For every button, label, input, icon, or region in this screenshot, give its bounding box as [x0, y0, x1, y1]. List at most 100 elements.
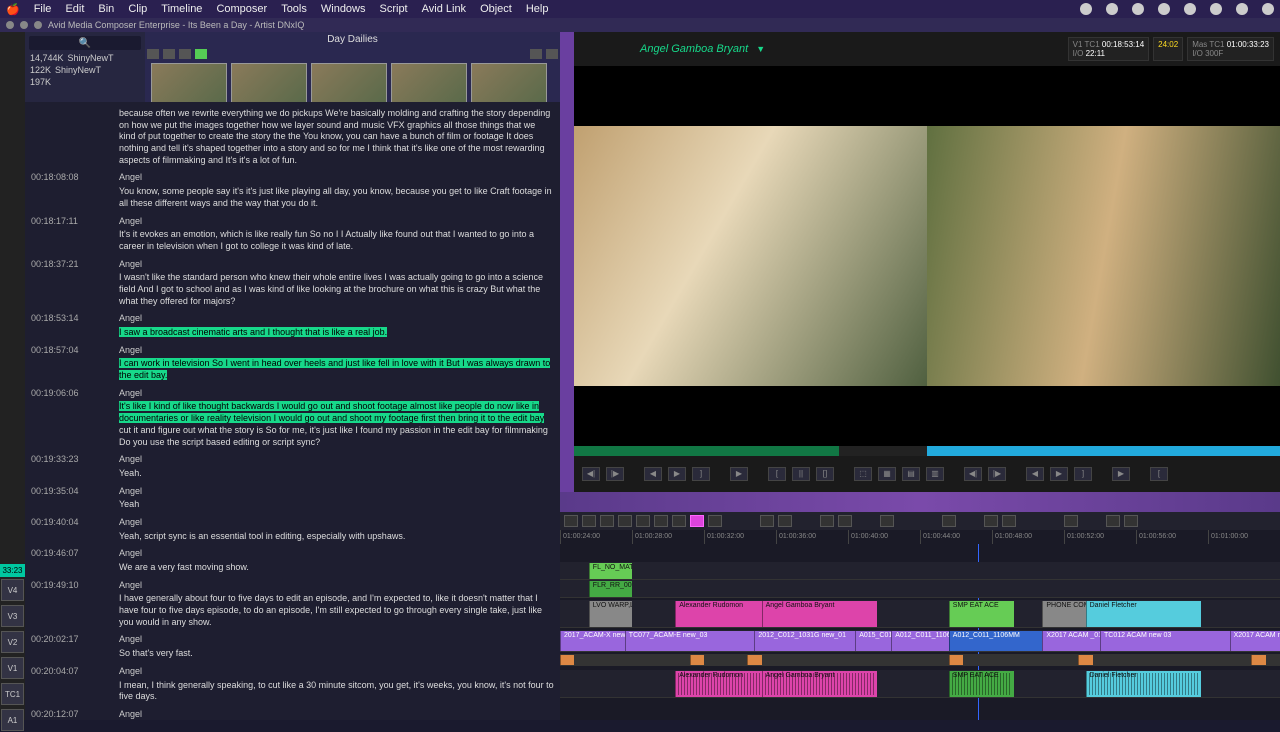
- clip-thumbnail[interactable]: [311, 63, 387, 103]
- pause-button[interactable]: ||: [792, 467, 810, 481]
- tl-tool-icon[interactable]: [600, 515, 614, 527]
- timeline-clip[interactable]: TC012 ACAM new 03: [1100, 631, 1230, 651]
- tl-tool-icon[interactable]: [618, 515, 632, 527]
- tl-tool-icon[interactable]: [564, 515, 578, 527]
- play-rev-button[interactable]: ◀: [1026, 467, 1044, 481]
- clip-thumbnail[interactable]: [471, 63, 547, 103]
- window-max-icon[interactable]: [34, 21, 42, 29]
- menu-composer[interactable]: Composer: [216, 3, 267, 15]
- track-selector-tc1[interactable]: TC1: [1, 683, 24, 705]
- menu-file[interactable]: File: [34, 3, 52, 15]
- splice-button[interactable]: ⬚: [854, 467, 872, 481]
- tl-tool-icon[interactable]: [1002, 515, 1016, 527]
- timeline-clip[interactable]: PHONE COMP 1: [1042, 601, 1085, 627]
- status-icon[interactable]: [1106, 3, 1118, 15]
- timeline-clip[interactable]: Angel Gamboa Bryant: [762, 601, 877, 627]
- mark-clip-button[interactable]: []: [816, 467, 834, 481]
- lift-button[interactable]: ▤: [902, 467, 920, 481]
- mark-button[interactable]: ]: [692, 467, 710, 481]
- bin-col-b[interactable]: ShinyNewT: [68, 53, 114, 63]
- timeline-clip[interactable]: A012_C011_1106112: [891, 631, 949, 651]
- timeline-ruler[interactable]: 01:00:24:0001:00:28:0001:00:32:0001:00:3…: [560, 530, 1280, 544]
- tl-tool-icon[interactable]: [1106, 515, 1120, 527]
- mark-in-button[interactable]: [: [768, 467, 786, 481]
- track-selector-v2[interactable]: V2: [1, 631, 24, 653]
- timeline-clip[interactable]: X2017 ACAM new_0: [1230, 631, 1280, 651]
- mark-in-button[interactable]: [: [1150, 467, 1168, 481]
- tl-tool-icon[interactable]: [838, 515, 852, 527]
- bin-search-icon[interactable]: [530, 49, 542, 59]
- mark-button[interactable]: ]: [1074, 467, 1092, 481]
- timeline-clip[interactable]: TC077_ACAM-E new_03: [625, 631, 755, 651]
- step-fwd-button[interactable]: |▶: [988, 467, 1006, 481]
- bin-view-icon[interactable]: [179, 49, 191, 59]
- transcript-panel[interactable]: because often we rewrite everything we d…: [25, 102, 560, 720]
- position-bar[interactable]: [574, 446, 1280, 456]
- timeline-clip[interactable]: FL_NO_MATTE: [589, 563, 632, 579]
- apple-icon[interactable]: 🍎: [6, 3, 20, 16]
- track-selector-v3[interactable]: V3: [1, 605, 24, 627]
- audio-clip[interactable]: SMP EAT ACE: [949, 671, 1014, 697]
- menu-windows[interactable]: Windows: [321, 3, 366, 15]
- status-icon[interactable]: [1080, 3, 1092, 15]
- source-clip-name[interactable]: Angel Gamboa Bryant: [640, 43, 748, 55]
- status-icon[interactable]: [1158, 3, 1170, 15]
- track-selector-v4[interactable]: V4: [1, 579, 24, 601]
- tl-tool-icon[interactable]: [672, 515, 686, 527]
- bin-menu-icon[interactable]: [546, 49, 558, 59]
- step-back-button[interactable]: ◀|: [582, 467, 600, 481]
- tl-tool-icon[interactable]: [880, 515, 894, 527]
- bin-lock-icon[interactable]: [195, 49, 207, 59]
- timeline-clip[interactable]: X2017 ACAM _01: [1042, 631, 1100, 651]
- tl-tool-icon[interactable]: [636, 515, 650, 527]
- tl-tool-icon[interactable]: [690, 515, 704, 527]
- extract-button[interactable]: ▥: [926, 467, 944, 481]
- track-selector-a1[interactable]: A1: [1, 709, 24, 731]
- composer-tab[interactable]: [560, 32, 574, 492]
- clip-thumbnail[interactable]: [391, 63, 467, 103]
- play-button[interactable]: ▶: [668, 467, 686, 481]
- bin-search-input[interactable]: 🔍: [29, 36, 141, 50]
- tl-tool-icon[interactable]: [820, 515, 834, 527]
- play-button[interactable]: ▶: [1112, 467, 1130, 481]
- tl-tool-icon[interactable]: [654, 515, 668, 527]
- bin-col-b[interactable]: ShinyNewT: [55, 65, 101, 75]
- timeline-clip[interactable]: LVO WARP,L_: [589, 601, 632, 627]
- menu-tools[interactable]: Tools: [281, 3, 307, 15]
- audio-clip[interactable]: Alexander Rudomon: [675, 671, 761, 697]
- tl-tool-icon[interactable]: [582, 515, 596, 527]
- source-monitor[interactable]: [574, 66, 927, 446]
- menu-script[interactable]: Script: [380, 3, 408, 15]
- window-min-icon[interactable]: [20, 21, 28, 29]
- timeline-clip[interactable]: Daniel Fletcher: [1086, 601, 1201, 627]
- timeline-clip[interactable]: A015_C017_1031G new_01: [855, 631, 891, 651]
- timeline-clip[interactable]: 2012_C012_1031G new_01: [754, 631, 855, 651]
- wifi-icon[interactable]: [1262, 3, 1274, 15]
- timeline-tracks[interactable]: FL_NO_MATTE FLR_RR_0010 LVO WARP,L_ Alex…: [560, 544, 1280, 720]
- status-icon[interactable]: [1184, 3, 1196, 15]
- tl-tool-icon[interactable]: [760, 515, 774, 527]
- play-button[interactable]: ▶: [1050, 467, 1068, 481]
- status-icon[interactable]: [1210, 3, 1222, 15]
- audio-clip[interactable]: Angel Gamboa Bryant: [762, 671, 877, 697]
- play-button[interactable]: ▶: [730, 467, 748, 481]
- status-icon[interactable]: [1132, 3, 1144, 15]
- timeline-clip[interactable]: Alexander Rudomon: [675, 601, 761, 627]
- timeline-clip[interactable]: A012_C011_1106MM: [949, 631, 1043, 651]
- status-icon[interactable]: [1236, 3, 1248, 15]
- play-rev-button[interactable]: ◀: [644, 467, 662, 481]
- menu-timeline[interactable]: Timeline: [161, 3, 202, 15]
- window-close-icon[interactable]: [6, 21, 14, 29]
- menu-avidlink[interactable]: Avid Link: [422, 3, 466, 15]
- clip-thumbnail[interactable]: [151, 63, 227, 103]
- overwrite-button[interactable]: ▦: [878, 467, 896, 481]
- menu-clip[interactable]: Clip: [128, 3, 147, 15]
- menu-help[interactable]: Help: [526, 3, 549, 15]
- tl-tool-icon[interactable]: [708, 515, 722, 527]
- track-selector-v1[interactable]: V1: [1, 657, 24, 679]
- timeline-clip[interactable]: SMP EAT ACE: [949, 601, 1014, 627]
- step-back-button[interactable]: ◀|: [964, 467, 982, 481]
- menu-edit[interactable]: Edit: [65, 3, 84, 15]
- clip-thumbnail[interactable]: [231, 63, 307, 103]
- record-monitor[interactable]: [927, 66, 1280, 446]
